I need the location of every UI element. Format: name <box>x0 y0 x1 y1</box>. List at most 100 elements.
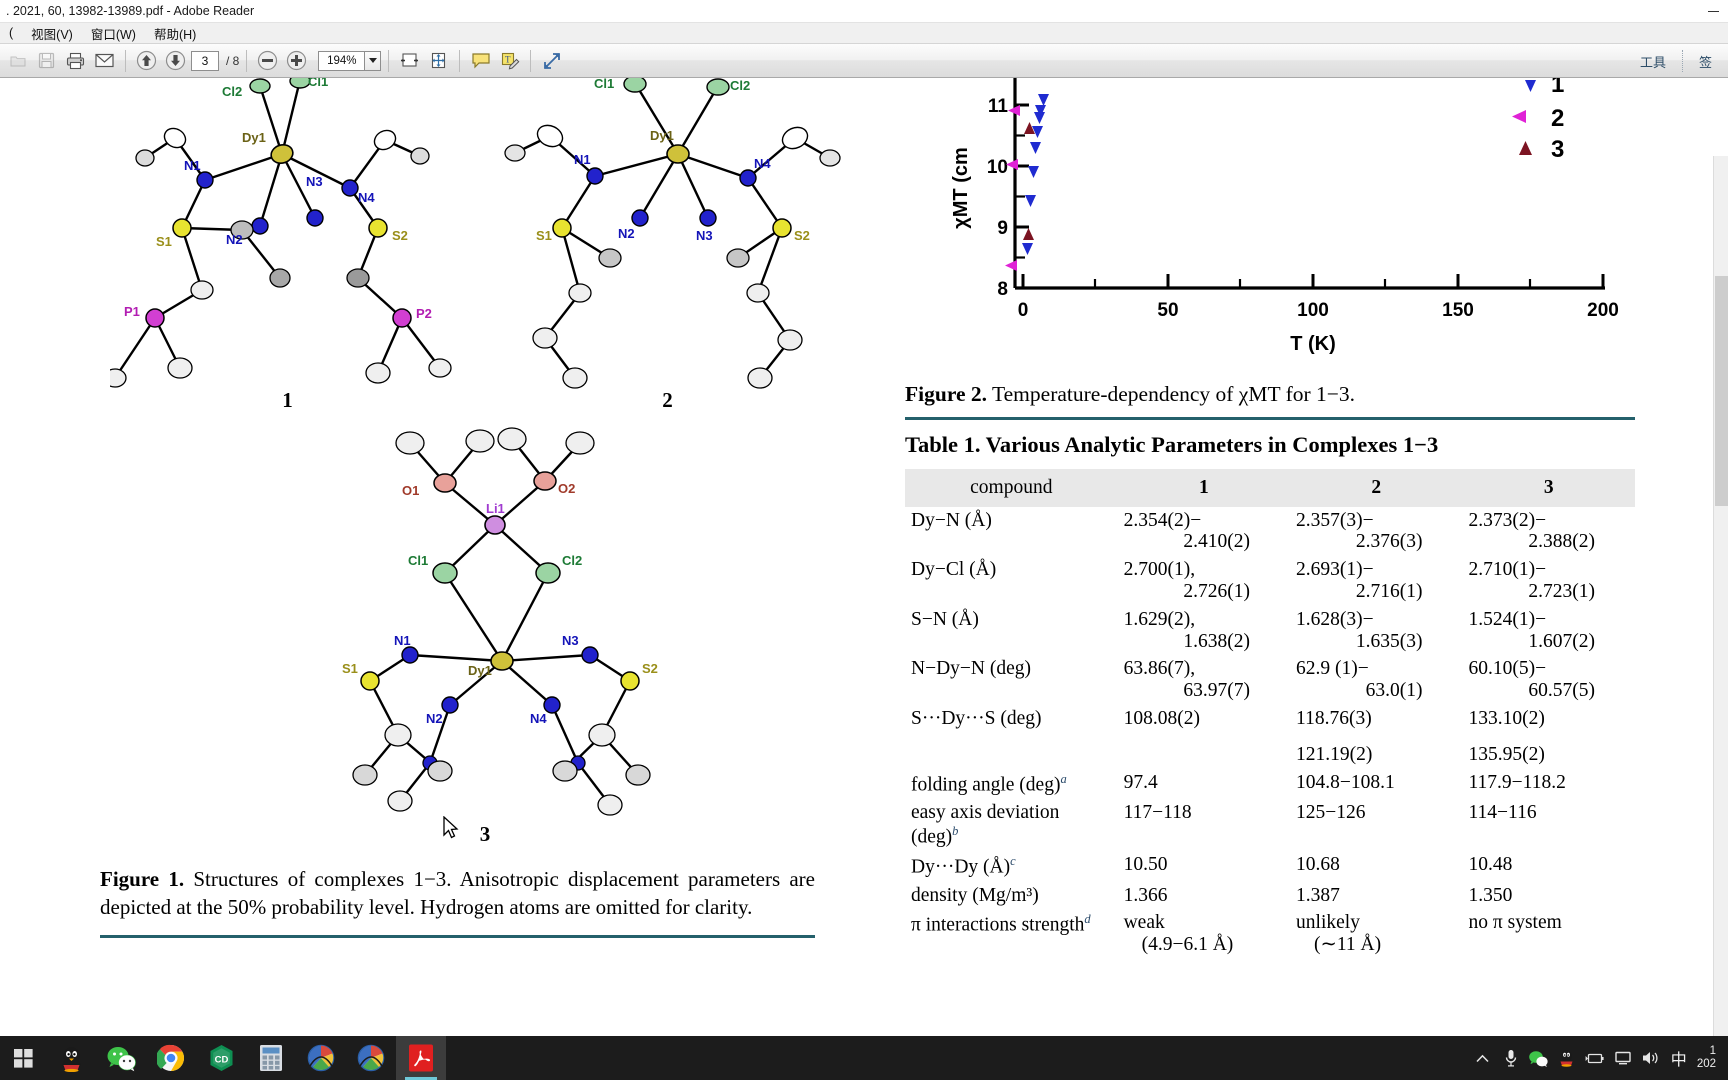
atom-label-n1: N1 <box>184 158 201 173</box>
cell-value-2: 63.97(7) <box>1183 680 1251 702</box>
fit-width-icon <box>401 53 419 67</box>
cell-value-2: 1.638(2) <box>1183 630 1251 652</box>
taskbar-origin-2[interactable] <box>346 1036 396 1080</box>
chrome-icon <box>157 1044 184 1071</box>
vertical-scrollbar[interactable] <box>1713 156 1728 1036</box>
x-tick-50: 50 <box>1157 300 1178 321</box>
zoom-in-button[interactable] <box>283 48 310 74</box>
atom-label-o1: O1 <box>402 483 419 498</box>
toolbar-view-group <box>396 48 452 74</box>
fit-width-button[interactable] <box>396 48 423 74</box>
left-column-rule <box>100 935 815 938</box>
cell-value-2: 60.57(5) <box>1528 680 1595 702</box>
menu-bar: ( 视图(V) 窗口(W) 帮助(H) <box>0 23 1728 44</box>
zoom-level-input[interactable]: 194% <box>318 50 365 71</box>
tray-wechat[interactable] <box>1525 1036 1553 1080</box>
row-label: S···Dy···S (deg) <box>911 708 1042 730</box>
print-icon <box>66 52 85 69</box>
open-file-button[interactable] <box>4 48 31 74</box>
menu-window[interactable]: 窗口(W) <box>82 23 145 44</box>
footnote-marker-a: a <box>1060 771 1067 786</box>
fit-page-button[interactable] <box>425 48 452 74</box>
toolbar-fullscreen-group <box>538 48 565 74</box>
zoom-out-button[interactable] <box>254 48 281 74</box>
row-label: density (Mg/m³) <box>911 884 1039 906</box>
y-tick-11: 11 <box>988 96 1009 117</box>
pdf-document-viewport[interactable]: Cl1 Cl2 Dy1 N1 N2 N3 N4 S1 S2 P1 P2 1 Cl… <box>0 78 1728 1080</box>
cell-value: weak <box>1123 912 1165 934</box>
right-column: 8 9 10 11 0 50 100 150 200 T (K) χMT (cm… <box>905 78 1635 959</box>
cell-value-2: 1.635(3) <box>1355 630 1423 652</box>
zoom-in-icon <box>287 50 307 71</box>
cell-value: 10.48 <box>1468 854 1513 876</box>
tray-microphone[interactable] <box>1497 1036 1525 1080</box>
cell-value-2: 63.0(1) <box>1365 680 1423 702</box>
structure-2: Cl1 Cl2 Dy1 N1 N2 N3 N4 S1 S2 2 <box>490 78 845 412</box>
taskbar-calculator[interactable] <box>246 1036 296 1080</box>
taskbar-adobe-reader[interactable] <box>396 1036 446 1080</box>
x-tick-150: 150 <box>1442 300 1474 321</box>
figure2-caption-label: Figure 2. <box>905 382 988 406</box>
wechat-icon <box>1529 1050 1548 1067</box>
show-hidden-icons-button[interactable] <box>1469 1036 1497 1080</box>
taskbar-wechat[interactable] <box>96 1036 146 1080</box>
series-1-points <box>1022 94 1049 255</box>
menu-view[interactable]: 视图(V) <box>22 23 82 44</box>
taskbar-chemdraw[interactable]: CD <box>196 1036 246 1080</box>
tray-clock[interactable]: 1 202 <box>1693 1045 1722 1071</box>
legend-marker-1 <box>1525 80 1536 92</box>
menu-truncated[interactable]: ( <box>0 25 22 41</box>
scrollbar-thumb[interactable] <box>1715 276 1728 506</box>
atom-label-n2: N2 <box>226 232 243 247</box>
cell-value: 60.10(5)− <box>1468 658 1547 680</box>
cell-value-2: 2.723(1) <box>1528 580 1595 602</box>
sign-pane-button[interactable]: 签 <box>1683 52 1728 71</box>
window-title: . 2021, 60, 13982-13989.pdf - Adobe Read… <box>6 4 255 18</box>
previous-page-button[interactable] <box>133 48 160 74</box>
cell-value: 10.50 <box>1123 854 1168 876</box>
table-row: Dy···Dy (Å)c 10.50 10.68 10.48 <box>905 851 1635 881</box>
tray-network[interactable] <box>1609 1036 1637 1080</box>
y-axis-label: χMT (cm <box>950 147 972 229</box>
tray-volume[interactable] <box>1637 1036 1665 1080</box>
y-tick-labels: 8 9 10 11 <box>987 96 1009 300</box>
email-button[interactable] <box>91 48 118 74</box>
fullscreen-button[interactable] <box>538 48 565 74</box>
tools-pane-button[interactable]: 工具 <box>1624 52 1682 71</box>
structure-1: Cl1 Cl2 Dy1 N1 N2 N3 N4 S1 S2 P1 P2 1 <box>103 78 465 412</box>
column-header-2: 2 <box>1290 468 1463 507</box>
x-tick-0: 0 <box>1018 300 1029 321</box>
table1-header-row: compound 1 2 3 <box>905 468 1635 507</box>
taskbar-qq[interactable] <box>46 1036 96 1080</box>
highlight-text-button[interactable]: T <box>496 48 523 74</box>
figure1-caption-label: Figure 1. <box>100 867 185 891</box>
page-number-input[interactable]: 3 <box>191 50 219 71</box>
menu-help[interactable]: 帮助(H) <box>145 23 205 44</box>
cell-value-2: (4.9−6.1 Å) <box>1141 934 1234 956</box>
atom-label-s2: S2 <box>392 228 408 243</box>
tray-ime-indicator[interactable]: 中 <box>1665 1036 1693 1080</box>
print-button[interactable] <box>62 48 89 74</box>
minimize-button[interactable] <box>1698 0 1728 23</box>
atom-label-n3: N3 <box>306 174 323 189</box>
taskbar-origin-1[interactable] <box>296 1036 346 1080</box>
comment-button[interactable] <box>467 48 494 74</box>
origin-icon <box>357 1044 385 1072</box>
x-axis-label: T (K) <box>1290 333 1336 355</box>
zoom-out-icon <box>258 50 278 71</box>
taskbar-chrome[interactable] <box>146 1036 196 1080</box>
tray-qq[interactable] <box>1553 1036 1581 1080</box>
table-row: Dy−N (Å) 2.354(2)− 2.410(2) 2.357(3)− 2.37… <box>905 507 1635 557</box>
start-button[interactable] <box>0 1036 46 1080</box>
legend-marker-2 <box>1512 110 1526 123</box>
next-page-button[interactable] <box>162 48 189 74</box>
table1: compound 1 2 3 Dy−N (Å) 2.354(2)− 2.410(2… <box>905 468 1635 960</box>
row-label: folding angle (deg)a <box>905 769 1118 799</box>
table-row: π interactions strengthd weak (4.9−6.1 Å)… <box>905 909 1635 959</box>
network-icon <box>1615 1051 1631 1065</box>
zoom-dropdown-button[interactable] <box>364 50 382 71</box>
tray-battery[interactable] <box>1581 1036 1609 1080</box>
windows-start-icon <box>13 1048 33 1068</box>
left-column: Cl1 Cl2 Dy1 N1 N2 N3 N4 S1 S2 P1 P2 1 Cl… <box>100 78 860 950</box>
save-button[interactable] <box>33 48 60 74</box>
